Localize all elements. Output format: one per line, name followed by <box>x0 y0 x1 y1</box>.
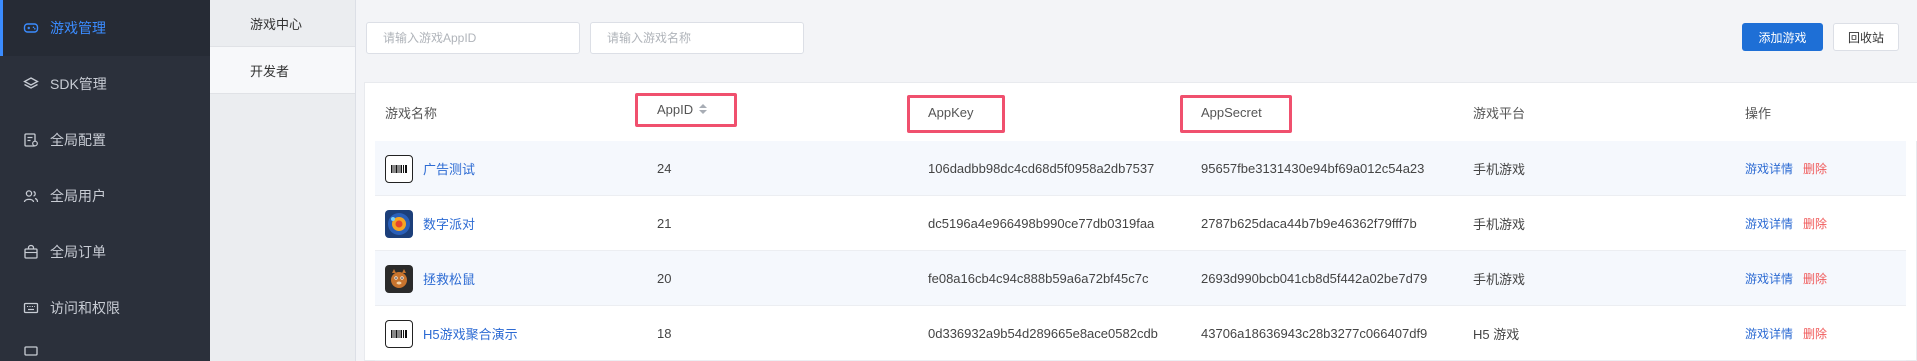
game-detail-link[interactable]: 游戏详情 <box>1745 160 1793 177</box>
sidebar-item-label: 全局订单 <box>50 244 106 260</box>
sidebar-item-game-management[interactable]: 游戏管理 <box>0 0 210 56</box>
keyboard-icon <box>22 299 40 317</box>
game-name-link[interactable]: 广告测试 <box>423 159 475 178</box>
delete-link[interactable]: 删除 <box>1803 325 1827 342</box>
actions-cell: 游戏详情 删除 <box>1745 196 1827 251</box>
sidebar-item-sdk-management[interactable]: SDK管理 <box>0 56 210 112</box>
config-icon <box>22 131 40 149</box>
subnav-item-game-center[interactable]: 游戏中心 <box>210 0 355 47</box>
game-name-cell: 数字派对 <box>385 196 475 251</box>
appkey-cell: 0d336932a9b54d289665e8ace0582cdb <box>928 326 1158 341</box>
sidebar-item-global-users[interactable]: 全局用户 <box>0 168 210 224</box>
barcode-icon <box>385 319 413 348</box>
header-label: 操作 <box>1745 105 1772 121</box>
appkey-cell: fe08a16cb4c94c888b59a6a72bf45c7c <box>928 271 1149 286</box>
game-detail-link[interactable]: 游戏详情 <box>1745 215 1793 232</box>
table-row: 拯救松鼠 20 fe08a16cb4c94c888b59a6a72bf45c7c… <box>375 251 1906 306</box>
users-icon <box>22 187 40 205</box>
subnav-item-developer[interactable]: 开发者 <box>210 47 355 94</box>
actions-cell: 游戏详情 删除 <box>1745 306 1827 361</box>
sidebar-item-label: 游戏管理 <box>50 20 106 36</box>
gamepad-icon <box>22 19 40 37</box>
actions-cell: 游戏详情 删除 <box>1745 251 1827 306</box>
add-game-button[interactable]: 添加游戏 <box>1742 23 1823 51</box>
sidebar-item-more[interactable] <box>0 336 210 361</box>
appsecret-cell: 43706a18636943c28b3277c066407df9 <box>1201 326 1428 341</box>
platform-cell: 手机游戏 <box>1473 272 1526 287</box>
header-label: 游戏平台 <box>1473 105 1526 121</box>
sidebar-item-label: 全局用户 <box>50 188 106 204</box>
game-name-cell: H5游戏聚合演示 <box>385 306 518 361</box>
table-row: H5游戏聚合演示 18 0d336932a9b54d289665e8ace058… <box>375 306 1906 361</box>
squirrel-game-icon <box>385 264 413 293</box>
appsecret-cell: 95657fbe3131430e94bf69a012c54a23 <box>1201 161 1425 176</box>
subnav-item-label: 开发者 <box>250 63 290 79</box>
game-detail-link[interactable]: 游戏详情 <box>1745 325 1793 342</box>
table-row: 广告测试 24 106dadbb98dc4cd68d5f0958a2db7537… <box>375 141 1906 196</box>
barcode-icon <box>385 154 413 183</box>
game-name-cell: 广告测试 <box>385 141 475 196</box>
sidebar-item-global-orders[interactable]: 全局订单 <box>0 224 210 280</box>
name-search-input[interactable] <box>590 22 804 54</box>
appid-search-input[interactable] <box>366 22 580 54</box>
platform-cell: H5 游戏 <box>1473 327 1520 342</box>
game-name-link[interactable]: 拯救松鼠 <box>423 269 475 288</box>
appid-cell: 24 <box>657 161 672 176</box>
game-table: 游戏名称 AppID AppKey AppSecret 游戏平台 操作 广告测试… <box>364 82 1917 361</box>
party-game-icon <box>385 209 413 238</box>
actions-cell: 游戏详情 删除 <box>1745 141 1827 196</box>
game-name-link[interactable]: 数字派对 <box>423 214 475 233</box>
game-detail-link[interactable]: 游戏详情 <box>1745 270 1793 287</box>
recycle-bin-button[interactable]: 回收站 <box>1833 23 1899 51</box>
header-appkey: AppKey <box>928 83 974 141</box>
header-actions: 操作 <box>1745 83 1771 141</box>
delete-link[interactable]: 删除 <box>1803 215 1827 232</box>
add-game-button-label: 添加游戏 <box>1758 30 1807 45</box>
header-label: AppKey <box>928 104 974 120</box>
sidebar-item-global-config[interactable]: 全局配置 <box>0 112 210 168</box>
monitor-icon <box>22 343 40 361</box>
table-header: 游戏名称 AppID AppKey AppSecret 游戏平台 操作 <box>365 83 1917 141</box>
main-content: 添加游戏 回收站 游戏名称 AppID AppKey AppSecret 游戏平… <box>356 0 1917 361</box>
header-label: 游戏名称 <box>385 105 438 121</box>
header-appsecret: AppSecret <box>1201 83 1262 141</box>
game-name-link[interactable]: H5游戏聚合演示 <box>423 324 518 343</box>
appid-cell: 20 <box>657 271 672 286</box>
platform-cell: 手机游戏 <box>1473 162 1526 177</box>
appid-cell: 18 <box>657 326 672 341</box>
appkey-cell: 106dadbb98dc4cd68d5f0958a2db7537 <box>928 161 1155 176</box>
sub-navigation: 游戏中心 开发者 <box>210 0 356 361</box>
header-label: AppSecret <box>1201 104 1262 120</box>
game-name-cell: 拯救松鼠 <box>385 251 475 306</box>
layers-icon <box>22 75 40 93</box>
header-game-name: 游戏名称 <box>385 83 437 141</box>
appsecret-cell: 2693d990bcb041cb8d5f442a02be7d79 <box>1201 271 1428 286</box>
recycle-bin-button-label: 回收站 <box>1847 30 1884 45</box>
delete-link[interactable]: 删除 <box>1803 270 1827 287</box>
subnav-item-label: 游戏中心 <box>250 16 303 32</box>
appid-cell: 21 <box>657 216 672 231</box>
sidebar-item-label: 访问和权限 <box>50 300 120 316</box>
sort-caret-icon[interactable] <box>699 104 708 114</box>
platform-cell: 手机游戏 <box>1473 217 1526 232</box>
bag-icon <box>22 243 40 261</box>
sidebar-item-access-permissions[interactable]: 访问和权限 <box>0 280 210 336</box>
sidebar-item-label: 全局配置 <box>50 132 106 148</box>
appsecret-cell: 2787b625daca44b7b9e46362f79fff7b <box>1201 216 1417 231</box>
main-sidebar: 游戏管理 SDK管理 全局配置 全局用户 全局订单 访问和权限 <box>0 0 210 361</box>
delete-link[interactable]: 删除 <box>1803 160 1827 177</box>
table-row: 数字派对 21 dc5196a4e966498b990ce77db0319faa… <box>375 196 1906 251</box>
header-appid[interactable]: AppID <box>657 80 708 138</box>
appkey-cell: dc5196a4e966498b990ce77db0319faa <box>928 216 1155 231</box>
header-platform: 游戏平台 <box>1473 83 1525 141</box>
sidebar-item-label: SDK管理 <box>50 76 107 92</box>
header-label: AppID <box>657 101 694 117</box>
